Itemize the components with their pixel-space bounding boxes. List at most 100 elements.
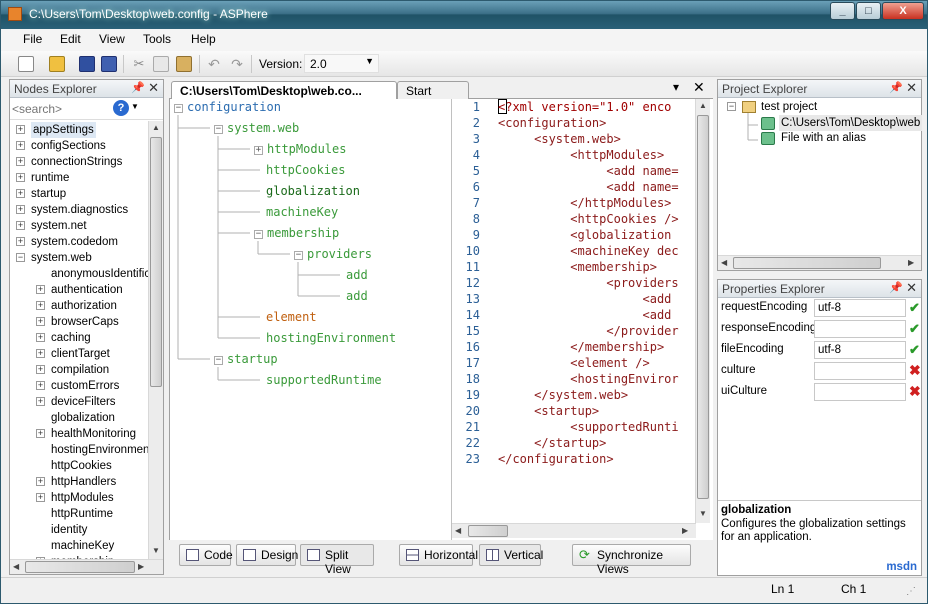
- expand-icon[interactable]: +: [16, 221, 25, 230]
- menu-file[interactable]: File: [23, 32, 42, 46]
- resize-grip-icon[interactable]: ⋰: [906, 586, 916, 597]
- scroll-down-icon[interactable]: ▼: [152, 546, 160, 555]
- tree-node[interactable]: httpCookies: [51, 458, 112, 474]
- scroll-left-icon[interactable]: ◀: [455, 526, 461, 535]
- tree-node[interactable]: healthMonitoring: [51, 426, 136, 442]
- property-value-field[interactable]: [814, 320, 906, 338]
- pin-icon[interactable]: 📌: [889, 81, 903, 94]
- synchronize-views-button[interactable]: ⟳ Synchronize Views: [572, 544, 691, 576]
- tree-node[interactable]: startup: [31, 186, 66, 202]
- expand-icon[interactable]: +: [36, 349, 45, 358]
- horizontal-layout-button[interactable]: Horizontal: [399, 544, 478, 566]
- tree-node[interactable]: clientTarget: [51, 346, 110, 362]
- tree-node[interactable]: authorization: [51, 298, 117, 314]
- tree-node[interactable]: caching: [51, 330, 91, 346]
- tree-node[interactable]: configSections: [31, 138, 106, 154]
- tree-node[interactable]: httpRuntime: [51, 506, 113, 522]
- open-folder-icon[interactable]: [49, 56, 65, 72]
- close-panel-icon[interactable]: ✕: [148, 80, 159, 96]
- expand-icon[interactable]: +: [36, 477, 45, 486]
- code-vertical-scrollbar[interactable]: ▲ ▼: [695, 99, 710, 523]
- xml-tree-node[interactable]: + httpModules: [254, 142, 346, 156]
- maximize-button[interactable]: □: [856, 2, 881, 20]
- scroll-thumb[interactable]: [697, 115, 709, 499]
- tree-node[interactable]: customErrors: [51, 378, 119, 394]
- close-button[interactable]: X: [882, 2, 924, 20]
- tree-node[interactable]: identity: [51, 522, 87, 538]
- xml-tree-node[interactable]: add: [346, 289, 368, 303]
- tree-node[interactable]: machineKey: [51, 538, 114, 554]
- undo-icon[interactable]: ↶: [206, 56, 222, 72]
- scroll-thumb[interactable]: [150, 137, 162, 387]
- scroll-up-icon[interactable]: ▲: [699, 101, 707, 110]
- collapse-icon[interactable]: −: [727, 102, 736, 111]
- collapse-icon[interactable]: −: [254, 230, 263, 239]
- msdn-link[interactable]: msdn: [886, 561, 917, 573]
- expand-icon[interactable]: +: [16, 125, 25, 134]
- xml-tree-node[interactable]: httpCookies: [266, 163, 345, 177]
- scroll-thumb[interactable]: [733, 257, 881, 269]
- redo-icon[interactable]: ↷: [229, 56, 245, 72]
- scroll-up-icon[interactable]: ▲: [152, 123, 160, 132]
- xml-tree-node[interactable]: − configuration: [174, 100, 281, 114]
- tab-web-config[interactable]: C:\Users\Tom\Desktop\web.co...: [171, 81, 397, 99]
- tree-node[interactable]: system.net: [31, 218, 87, 234]
- expand-icon[interactable]: +: [36, 493, 45, 502]
- menu-edit[interactable]: Edit: [60, 32, 81, 46]
- expand-icon[interactable]: +: [16, 173, 25, 182]
- scroll-right-icon[interactable]: ▶: [682, 526, 688, 535]
- paste-icon[interactable]: [176, 56, 192, 72]
- split-view-button[interactable]: Split View: [300, 544, 374, 576]
- xml-tree-node[interactable]: supportedRuntime: [266, 373, 382, 387]
- property-value-field[interactable]: [814, 362, 906, 380]
- expand-icon[interactable]: +: [16, 205, 25, 214]
- save-all-icon[interactable]: [101, 56, 117, 72]
- xml-tree-node[interactable]: add: [346, 268, 368, 282]
- xml-tree-node[interactable]: hostingEnvironment: [266, 331, 396, 345]
- tree-node[interactable]: globalization: [51, 410, 115, 426]
- help-icon[interactable]: ?: [113, 100, 129, 116]
- tab-start-page[interactable]: Start Page: [397, 81, 469, 112]
- tree-node[interactable]: deviceFilters: [51, 394, 116, 410]
- version-select[interactable]: 2.0 ▼: [304, 54, 379, 73]
- xml-tree-node[interactable]: − providers: [294, 247, 372, 261]
- save-icon[interactable]: [79, 56, 95, 72]
- xml-tree-node[interactable]: − startup: [214, 352, 278, 366]
- expand-icon[interactable]: +: [36, 381, 45, 390]
- expand-icon[interactable]: +: [36, 285, 45, 294]
- tree-node[interactable]: connectionStrings: [31, 154, 122, 170]
- expand-icon[interactable]: +: [16, 189, 25, 198]
- tree-node[interactable]: system.codedom: [31, 234, 118, 250]
- tree-node[interactable]: authentication: [51, 282, 123, 298]
- tree-node[interactable]: system.web: [31, 250, 92, 266]
- xml-tree-node[interactable]: machineKey: [266, 205, 338, 219]
- expand-icon[interactable]: +: [36, 365, 45, 374]
- collapse-icon[interactable]: −: [16, 253, 25, 262]
- menu-tools[interactable]: Tools: [143, 32, 171, 46]
- project-file-item[interactable]: File with an alias: [781, 130, 866, 146]
- tree-node[interactable]: compilation: [51, 362, 109, 378]
- cut-icon[interactable]: ✂: [131, 56, 147, 72]
- close-panel-icon[interactable]: ✕: [906, 280, 917, 296]
- property-value-field[interactable]: [814, 383, 906, 401]
- code-horizontal-scrollbar[interactable]: ◀ ▶: [452, 523, 696, 538]
- scroll-right-icon[interactable]: ▶: [908, 258, 914, 267]
- property-value-field[interactable]: utf-8: [814, 341, 906, 359]
- tree-node[interactable]: httpModules: [51, 490, 114, 506]
- collapse-icon[interactable]: −: [214, 356, 223, 365]
- expand-icon[interactable]: +: [36, 317, 45, 326]
- tab-list-icon[interactable]: ▾: [673, 80, 679, 94]
- scroll-right-icon[interactable]: ▶: [138, 562, 144, 571]
- expand-icon[interactable]: +: [36, 301, 45, 310]
- xml-tree-node[interactable]: globalization: [266, 184, 360, 198]
- nodes-vertical-scrollbar[interactable]: ▲ ▼: [148, 121, 163, 559]
- scroll-down-icon[interactable]: ▼: [699, 509, 707, 518]
- scroll-left-icon[interactable]: ◀: [13, 562, 19, 571]
- scroll-thumb[interactable]: [468, 525, 508, 537]
- expand-icon[interactable]: +: [16, 157, 25, 166]
- scroll-left-icon[interactable]: ◀: [721, 258, 727, 267]
- chevron-down-icon[interactable]: ▼: [131, 102, 139, 111]
- xml-tree-node[interactable]: − membership: [254, 226, 339, 240]
- collapse-icon[interactable]: −: [174, 104, 183, 113]
- nodes-horizontal-scrollbar[interactable]: ◀ ▶: [10, 559, 163, 574]
